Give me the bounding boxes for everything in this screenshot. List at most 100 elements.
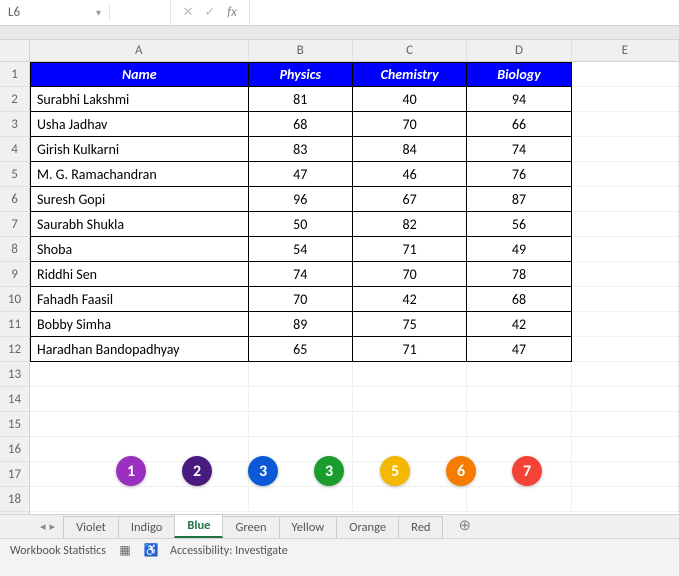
header-physics[interactable]: Physics (249, 62, 353, 87)
cell-physics[interactable]: 96 (249, 187, 353, 212)
row-header[interactable]: 1 (0, 62, 29, 87)
cell-empty[interactable] (467, 362, 571, 387)
cell-name[interactable]: Shoba (30, 237, 249, 262)
row-header[interactable]: 3 (0, 112, 29, 137)
cell-empty[interactable] (249, 362, 353, 387)
header-chemistry[interactable]: Chemistry (353, 62, 467, 87)
cell-empty[interactable] (249, 412, 353, 437)
sheet-tab-orange[interactable]: Orange (336, 516, 399, 538)
cell-chemistry[interactable]: 84 (353, 137, 467, 162)
cell-chemistry[interactable]: 42 (353, 287, 467, 312)
cell-biology[interactable]: 68 (467, 287, 571, 312)
cell-chemistry[interactable]: 70 (353, 112, 467, 137)
row-header[interactable]: 7 (0, 212, 29, 237)
cell-physics[interactable]: 83 (249, 137, 353, 162)
cell-empty[interactable] (572, 487, 679, 512)
row-header[interactable]: 12 (0, 337, 29, 362)
cell-empty[interactable] (572, 312, 679, 337)
cell-chemistry[interactable]: 46 (353, 162, 467, 187)
sheet-tab-green[interactable]: Green (222, 516, 279, 538)
cell-physics[interactable]: 54 (249, 237, 353, 262)
cell-name[interactable]: Saurabh Shukla (30, 212, 249, 237)
cell-empty[interactable] (467, 387, 571, 412)
cell-empty[interactable] (572, 387, 679, 412)
cell-empty[interactable] (572, 287, 679, 312)
row-header[interactable]: 13 (0, 362, 29, 387)
row-header[interactable]: 17 (0, 462, 29, 487)
cell-chemistry[interactable]: 82 (353, 212, 467, 237)
cell-empty[interactable] (572, 187, 679, 212)
row-header[interactable]: 10 (0, 287, 29, 312)
sheet-tab-blue[interactable]: Blue (174, 514, 223, 538)
col-header[interactable]: B (249, 40, 353, 61)
cell-empty[interactable] (353, 362, 467, 387)
cell-physics[interactable]: 74 (249, 262, 353, 287)
cell-empty[interactable] (30, 387, 249, 412)
row-header[interactable]: 6 (0, 187, 29, 212)
cell-empty[interactable] (572, 362, 679, 387)
cell-name[interactable]: Riddhi Sen (30, 262, 249, 287)
cell-chemistry[interactable]: 75 (353, 312, 467, 337)
row-header[interactable]: 18 (0, 487, 29, 512)
cell-empty[interactable] (572, 337, 679, 362)
col-header[interactable]: C (353, 40, 467, 61)
cell-biology[interactable]: 66 (467, 112, 571, 137)
sheet-tab-yellow[interactable]: Yellow (279, 516, 338, 538)
cell-empty[interactable] (572, 212, 679, 237)
cell-biology[interactable]: 78 (467, 262, 571, 287)
cell-biology[interactable]: 87 (467, 187, 571, 212)
formula-input[interactable] (250, 0, 679, 25)
cell-chemistry[interactable]: 71 (353, 237, 467, 262)
tab-next-icon[interactable]: ▸ (50, 520, 56, 533)
cell-empty[interactable] (572, 112, 679, 137)
col-header[interactable]: E (572, 40, 679, 61)
cell-empty[interactable] (30, 362, 249, 387)
cell-empty[interactable] (30, 412, 249, 437)
cell-physics[interactable]: 65 (249, 337, 353, 362)
row-header[interactable]: 16 (0, 437, 29, 462)
cell-name[interactable]: Suresh Gopi (30, 187, 249, 212)
cell-name[interactable]: M. G. Ramachandran (30, 162, 249, 187)
cell-name[interactable]: Girish Kulkarni (30, 137, 249, 162)
tab-prev-icon[interactable]: ◂ (40, 520, 46, 533)
sheet-tab-indigo[interactable]: Indigo (118, 516, 176, 538)
cell-empty[interactable] (572, 137, 679, 162)
cell-name[interactable]: Fahadh Faasil (30, 287, 249, 312)
cell-empty[interactable] (572, 437, 679, 462)
row-header[interactable]: 11 (0, 312, 29, 337)
cell-chemistry[interactable]: 67 (353, 187, 467, 212)
cell-biology[interactable]: 42 (467, 312, 571, 337)
col-header[interactable]: D (467, 40, 571, 61)
cell-empty[interactable] (572, 412, 679, 437)
cell-empty[interactable] (353, 412, 467, 437)
cell-empty[interactable] (572, 162, 679, 187)
sheet-tab-violet[interactable]: Violet (63, 516, 119, 538)
cell-empty[interactable] (353, 487, 467, 512)
cell-empty[interactable] (572, 462, 679, 487)
cell-empty[interactable] (30, 487, 249, 512)
cell-chemistry[interactable]: 70 (353, 262, 467, 287)
select-all-corner[interactable] (0, 40, 29, 62)
cell-name[interactable]: Bobby Simha (30, 312, 249, 337)
fx-icon[interactable]: fx (221, 5, 243, 20)
cell-physics[interactable]: 47 (249, 162, 353, 187)
row-header[interactable]: 2 (0, 87, 29, 112)
cell-empty[interactable] (353, 387, 467, 412)
col-header[interactable]: A (30, 40, 249, 61)
cell-chemistry[interactable]: 71 (353, 337, 467, 362)
new-sheet-button[interactable]: ⊕ (448, 513, 481, 538)
name-box[interactable]: L6 ▾ (0, 5, 110, 20)
cell-biology[interactable]: 74 (467, 137, 571, 162)
cell-name[interactable]: Usha Jadhav (30, 112, 249, 137)
row-header[interactable]: 5 (0, 162, 29, 187)
cell-name[interactable]: Surabhi Lakshmi (30, 87, 249, 112)
cell-physics[interactable]: 68 (249, 112, 353, 137)
cell-empty[interactable] (249, 487, 353, 512)
cell-empty[interactable] (249, 387, 353, 412)
cell-biology[interactable]: 56 (467, 212, 571, 237)
name-box-dropdown-icon[interactable]: ▾ (96, 6, 101, 19)
cell-empty[interactable] (572, 262, 679, 287)
row-header[interactable]: 4 (0, 137, 29, 162)
header-biology[interactable]: Biology (467, 62, 571, 87)
cell-empty[interactable] (467, 487, 571, 512)
